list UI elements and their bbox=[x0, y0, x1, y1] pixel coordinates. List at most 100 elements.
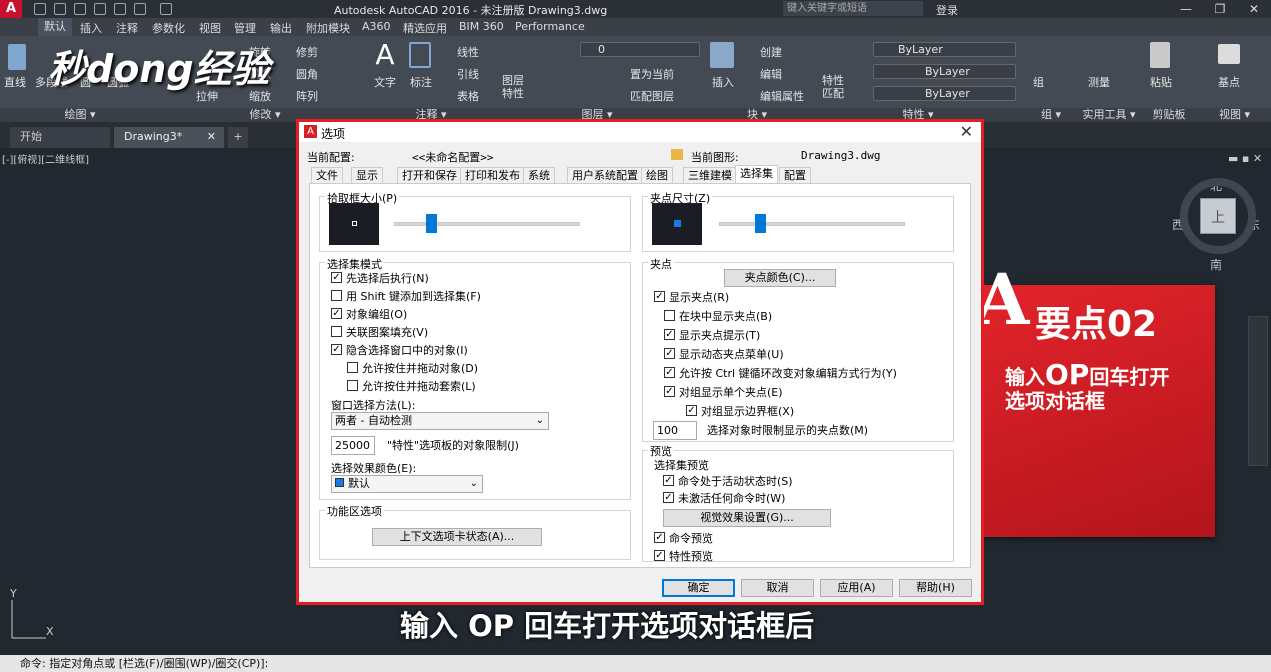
trim-label[interactable]: 修剪 bbox=[296, 44, 318, 60]
open-file-icon[interactable] bbox=[54, 3, 66, 15]
pickbox-slider-thumb[interactable] bbox=[426, 214, 438, 233]
line-icon[interactable] bbox=[8, 44, 26, 70]
dimension-label[interactable]: 标注 bbox=[410, 74, 432, 90]
minimize-icon[interactable]: — bbox=[1169, 0, 1203, 18]
tab-a360[interactable]: A360 bbox=[362, 20, 391, 33]
tab-open-save[interactable]: 打开和保存 bbox=[397, 167, 462, 183]
leader-label[interactable]: 引线 bbox=[457, 66, 479, 82]
contextual-tab-states-button[interactable]: 上下文选项卡状态(A)... bbox=[372, 528, 542, 546]
tab-system[interactable]: 系统 bbox=[523, 167, 555, 183]
match-properties-label[interactable]: 特性匹配 bbox=[822, 74, 846, 100]
grip-size-slider-thumb[interactable] bbox=[754, 214, 766, 233]
tab-parametric[interactable]: 参数化 bbox=[152, 20, 185, 36]
measure-label[interactable]: 测量 bbox=[1088, 74, 1110, 90]
viewcube-top[interactable]: 上 bbox=[1200, 198, 1236, 234]
dialog-close-icon[interactable]: ✕ bbox=[960, 122, 973, 141]
text-icon[interactable]: A bbox=[372, 40, 398, 70]
layer-properties-label[interactable]: 图层特性 bbox=[502, 74, 526, 100]
set-current-label[interactable]: 置为当前 bbox=[630, 66, 674, 82]
viewport-label[interactable]: [-][俯视][二维线框] bbox=[2, 151, 89, 166]
tab-annotate[interactable]: 注释 bbox=[116, 20, 138, 36]
tab-featured-apps[interactable]: 精选应用 bbox=[403, 20, 447, 36]
selection-mode-checkbox[interactable]: ✓ bbox=[331, 308, 342, 319]
grip-colors-button[interactable]: 夹点颜色(C)... bbox=[724, 269, 836, 287]
base-point-icon[interactable] bbox=[1218, 44, 1240, 64]
tab-files[interactable]: 文件 bbox=[311, 167, 343, 183]
redo-icon[interactable] bbox=[160, 3, 172, 15]
panel-utilities[interactable]: 实用工具 ▾ bbox=[1078, 108, 1140, 122]
cancel-button[interactable]: 取消 bbox=[741, 579, 814, 597]
save-icon[interactable] bbox=[74, 3, 86, 15]
panel-clipboard[interactable]: 剪贴板 bbox=[1140, 108, 1198, 122]
tab-addons[interactable]: 附加模块 bbox=[306, 20, 350, 36]
command-line[interactable]: 命令: 指定对角点或 [栏选(F)/圈围(WP)/圈交(CP)]: bbox=[0, 655, 1271, 672]
ok-button[interactable]: 确定 bbox=[662, 579, 735, 597]
insert-label[interactable]: 插入 bbox=[712, 74, 734, 90]
panel-draw[interactable]: 绘图 ▾ bbox=[0, 108, 160, 122]
grip-option-checkbox[interactable]: ✓ bbox=[654, 291, 665, 302]
apply-button[interactable]: 应用(A) bbox=[820, 579, 893, 597]
tab-manage[interactable]: 管理 bbox=[234, 20, 256, 36]
edit-block-label[interactable]: 编辑 bbox=[760, 66, 782, 82]
tab-output[interactable]: 输出 bbox=[270, 20, 292, 36]
dimension-icon[interactable] bbox=[409, 42, 431, 68]
group-label[interactable]: 组 bbox=[1033, 74, 1044, 90]
grip-option-checkbox[interactable]: ✓ bbox=[664, 329, 675, 340]
grip-option-checkbox[interactable] bbox=[664, 310, 675, 321]
viewport-controls-icon[interactable]: ▬ ▪ ✕ bbox=[1228, 152, 1262, 165]
save-as-icon[interactable] bbox=[94, 3, 106, 15]
linear-label[interactable]: 线性 bbox=[457, 44, 479, 60]
restore-icon[interactable]: ❐ bbox=[1203, 0, 1237, 18]
selection-mode-checkbox[interactable]: ✓ bbox=[331, 344, 342, 355]
table-label[interactable]: 表格 bbox=[457, 88, 479, 104]
visual-effects-button[interactable]: 视觉效果设置(G)... bbox=[663, 509, 831, 527]
new-file-icon[interactable] bbox=[34, 3, 46, 15]
selection-mode-checkbox[interactable] bbox=[347, 380, 358, 391]
search-input[interactable]: 键入关键字或短语 bbox=[783, 1, 923, 16]
tab-drawing3[interactable]: Drawing3* ✕ bbox=[114, 127, 224, 148]
tab-insert[interactable]: 插入 bbox=[80, 20, 102, 36]
undo-icon[interactable] bbox=[134, 3, 146, 15]
base-point-label[interactable]: 基点 bbox=[1218, 74, 1240, 90]
tab-drafting[interactable]: 绘图 bbox=[641, 167, 673, 183]
tab-plot-publish[interactable]: 打印和发布 bbox=[460, 167, 525, 183]
grip-option-checkbox[interactable]: ✓ bbox=[664, 348, 675, 359]
property-preview-checkbox[interactable]: ✓ bbox=[654, 550, 665, 561]
tab-display[interactable]: 显示 bbox=[351, 167, 383, 183]
array-label[interactable]: 阵列 bbox=[296, 88, 318, 104]
login-button[interactable]: 登录 bbox=[936, 2, 958, 18]
color-dropdown[interactable] bbox=[873, 42, 1016, 57]
add-tab-button[interactable]: + bbox=[228, 127, 248, 148]
effect-color-select[interactable]: 默认 ⌄ bbox=[331, 475, 483, 493]
selection-mode-checkbox[interactable] bbox=[331, 326, 342, 337]
tab-default[interactable]: 默认 bbox=[38, 18, 72, 36]
tab-bim360[interactable]: BIM 360 bbox=[459, 20, 504, 33]
command-preview-checkbox[interactable]: ✓ bbox=[654, 532, 665, 543]
grip-limit-input[interactable]: 100 bbox=[653, 421, 697, 440]
navigation-bar[interactable] bbox=[1248, 316, 1268, 466]
close-tab-icon[interactable]: ✕ bbox=[207, 127, 216, 147]
insert-block-icon[interactable] bbox=[710, 42, 734, 68]
panel-groups[interactable]: 组 ▾ bbox=[1024, 108, 1078, 122]
text-label[interactable]: 文字 bbox=[374, 74, 396, 90]
help-button[interactable]: 帮助(H) bbox=[899, 579, 972, 597]
match-layer-label[interactable]: 匹配图层 bbox=[630, 88, 674, 104]
selection-mode-checkbox[interactable]: ✓ bbox=[331, 272, 342, 283]
tab-start[interactable]: 开始 bbox=[10, 127, 110, 148]
grip-option-checkbox[interactable]: ✓ bbox=[664, 367, 675, 378]
window-method-select[interactable]: 两者 - 自动检测 ⌄ bbox=[331, 412, 549, 430]
grip-option-checkbox[interactable]: ✓ bbox=[664, 386, 675, 397]
fillet-label[interactable]: 圆角 bbox=[296, 66, 318, 82]
close-window-icon[interactable]: ✕ bbox=[1237, 0, 1271, 18]
compass-south[interactable]: 南 bbox=[1210, 256, 1222, 273]
tab-selection[interactable]: 选择集 bbox=[735, 165, 778, 184]
selection-mode-checkbox[interactable] bbox=[347, 362, 358, 373]
preview-option-checkbox[interactable]: ✓ bbox=[663, 475, 674, 486]
viewcube[interactable]: 上 bbox=[1180, 178, 1256, 254]
preview-option-checkbox[interactable]: ✓ bbox=[663, 492, 674, 503]
tab-profiles[interactable]: 配置 bbox=[779, 167, 811, 183]
tab-3d-modeling[interactable]: 三维建模 bbox=[683, 167, 737, 183]
tab-performance[interactable]: Performance bbox=[515, 20, 585, 33]
print-icon[interactable] bbox=[114, 3, 126, 15]
create-block-label[interactable]: 创建 bbox=[760, 44, 782, 60]
